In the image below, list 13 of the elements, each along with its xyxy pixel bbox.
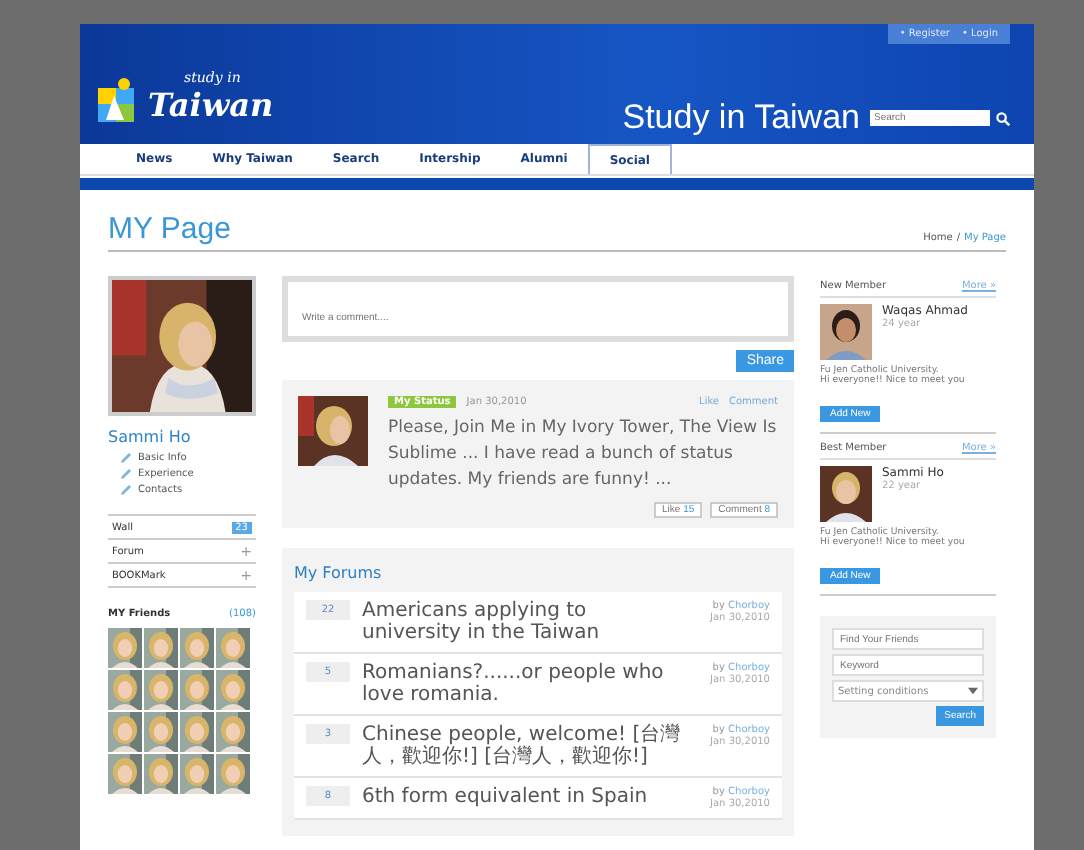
forums-heading: My Forums — [294, 564, 384, 582]
forum-topic-link[interactable]: Americans applying to university in the Taiwan — [362, 600, 690, 644]
forum-topic-link[interactable]: 6th form equivalent in Spain — [362, 786, 690, 808]
search-icon[interactable] — [996, 111, 1010, 125]
profile-name: Sammi Ho — [108, 428, 193, 446]
page-title: MY Page — [108, 214, 231, 244]
site-title: Study in Taiwan — [622, 98, 860, 138]
dropdown-caret-icon — [968, 686, 978, 696]
logo-text: Taiwan — [148, 86, 274, 124]
forum-topic-link[interactable]: Chinese people, welcome! [台灣人，歡迎你!] [台灣人，歡迎你!] — [362, 724, 690, 768]
logo-icon — [96, 72, 140, 124]
forum-topic-link[interactable]: Romanians?......or people who love romania. — [362, 662, 690, 706]
status-text: Please, Join Me in My Ivory Tower, The View Is Sublime ... I have read a bunch of status updates. My friends are funny! ... — [388, 416, 778, 494]
